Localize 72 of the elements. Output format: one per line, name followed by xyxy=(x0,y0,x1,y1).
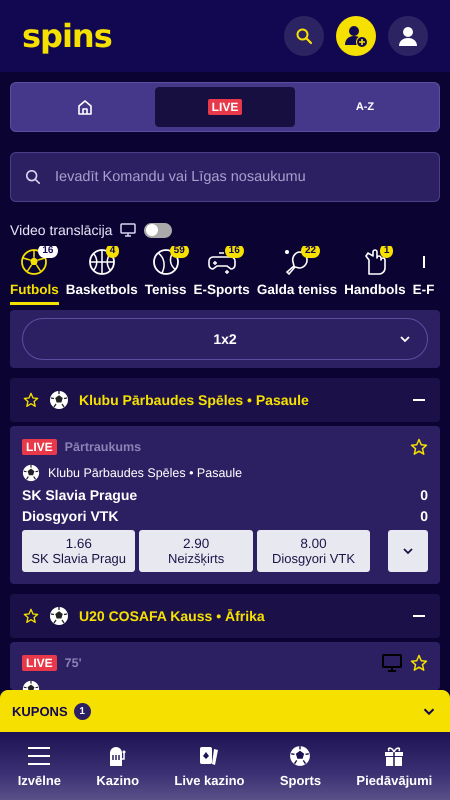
logo[interactable]: spins xyxy=(22,17,112,55)
star-icon[interactable] xyxy=(23,608,39,624)
sport-tab[interactable]: 16 Futbols xyxy=(10,246,59,305)
basketball-icon xyxy=(88,248,116,276)
match-status: 75' xyxy=(64,656,82,670)
nav-label[interactable]: Izvēlne xyxy=(18,772,62,788)
nav-label[interactable]: Sports xyxy=(280,772,322,788)
video-label: Video translācija xyxy=(10,222,112,238)
odds-button[interactable]: 1.66 SK Slavia Pragu xyxy=(22,530,136,572)
nav-label[interactable]: Kazino xyxy=(96,772,140,788)
league-title: Klubu Pārbaudes Spēles • Pasaule xyxy=(79,392,310,408)
account-button[interactable] xyxy=(388,16,428,56)
nav-label[interactable]: Live kazino xyxy=(174,772,244,788)
nav-label[interactable]: Piedāvājumi xyxy=(356,772,432,788)
team-name: Diosgyori VTK xyxy=(22,508,118,524)
live-badge: LIVE xyxy=(22,439,57,455)
match-card[interactable]: LIVE Pārtraukums Klubu Pārbaudes Spēles • Pasaule SK Slavia Prague 0 Diosgyori VTK 0 1.66 SK Slavia Pragu 2.90 Neizšķirts 8.00 Diosgyori VTK xyxy=(10,426,440,584)
count-badge: 16 xyxy=(38,246,58,258)
sport-tab[interactable]: 4 Basketbols xyxy=(66,246,138,305)
match-status: Pārtraukums xyxy=(64,440,142,454)
coupon-bar[interactable]: KUPONS 1 xyxy=(0,690,450,732)
odds-button[interactable]: 8.00 Diosgyori VTK xyxy=(256,530,370,572)
count-badge: 4 xyxy=(106,246,120,258)
league-header[interactable]: Klubu Pārbaudes Spēles • Pasaule xyxy=(10,378,440,422)
football-icon[interactable] xyxy=(289,744,312,766)
search-icon xyxy=(25,169,41,185)
az-tab[interactable]: A-Z xyxy=(295,87,435,127)
monitor-icon xyxy=(120,223,136,237)
cards-icon[interactable] xyxy=(198,744,220,766)
football-icon xyxy=(22,464,40,482)
team-score: 0 xyxy=(420,508,428,524)
video-toggle[interactable] xyxy=(144,222,172,238)
league-name: Klubu Pārbaudes Spēles • Pasaule xyxy=(48,466,242,480)
football-icon xyxy=(49,390,69,410)
chevron-down-icon xyxy=(402,547,414,555)
match-card[interactable]: LIVE 75' xyxy=(10,642,440,690)
count-badge: 22 xyxy=(300,246,320,258)
count-badge: 16 xyxy=(224,246,244,258)
sport-tab[interactable]: 59 Teniss xyxy=(144,246,187,305)
coupon-count: 1 xyxy=(74,702,91,720)
search-field[interactable]: Ievadīt Komandu vai Līgas nosaukumu xyxy=(10,152,440,202)
team-name: SK Slavia Prague xyxy=(22,487,138,503)
odds-button[interactable]: 2.90 Neizšķirts xyxy=(139,530,253,572)
team-score: 0 xyxy=(420,487,428,503)
league-title: U20 COSAFA Kauss • Āfrika xyxy=(79,608,266,624)
chevron-down-icon xyxy=(422,706,436,716)
menu-icon[interactable] xyxy=(26,744,52,766)
star-icon[interactable] xyxy=(410,438,428,456)
user-icon xyxy=(397,25,419,47)
sport-tab[interactable]: E-F xyxy=(412,246,434,305)
home-icon xyxy=(77,99,93,115)
live-tab[interactable]: LIVE xyxy=(155,87,295,127)
market-dropdown[interactable]: 1x2 xyxy=(22,318,428,360)
star-icon[interactable] xyxy=(23,392,39,408)
count-badge: 59 xyxy=(170,246,189,258)
register-button[interactable] xyxy=(336,16,376,56)
live-badge: LIVE xyxy=(22,655,57,671)
sport-icon xyxy=(422,255,426,269)
football-icon xyxy=(49,606,69,626)
count-badge: 1 xyxy=(380,246,394,258)
coupon-label: KUPONS xyxy=(12,704,68,718)
sport-tab[interactable]: 1 Handbols xyxy=(344,246,406,305)
star-icon[interactable] xyxy=(410,654,428,672)
sport-tab[interactable]: 16 E-Sports xyxy=(194,246,250,305)
sport-tab[interactable]: 22 Galda teniss xyxy=(256,246,338,305)
search-button[interactable] xyxy=(284,16,324,56)
league-header[interactable]: U20 COSAFA Kauss • Āfrika xyxy=(10,594,440,638)
slot-machine-icon[interactable] xyxy=(108,744,128,766)
add-user-icon xyxy=(343,23,369,49)
search-icon xyxy=(295,27,313,45)
gift-icon[interactable] xyxy=(383,744,406,766)
chevron-down-icon xyxy=(399,335,411,343)
